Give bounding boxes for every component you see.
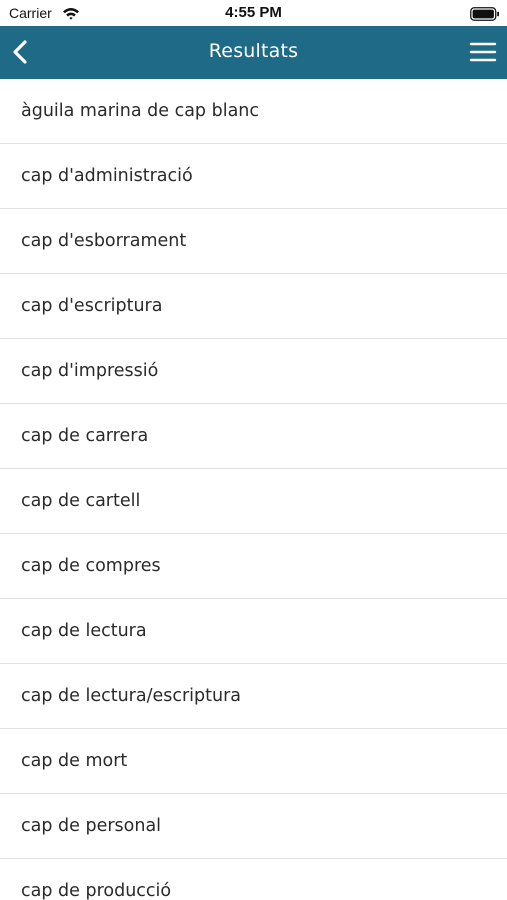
result-item[interactable]: cap de compres	[0, 534, 507, 599]
result-item[interactable]: cap de cartell	[0, 469, 507, 534]
page-title: Resultats	[208, 40, 299, 62]
result-item[interactable]: àguila marina de cap blanc	[0, 79, 507, 144]
result-item[interactable]: cap d'escriptura	[0, 274, 507, 339]
result-item[interactable]: cap de carrera	[0, 404, 507, 469]
result-item[interactable]: cap de lectura/escriptura	[0, 664, 507, 729]
result-item[interactable]: cap d'esborrament	[0, 209, 507, 274]
menu-button[interactable]	[466, 36, 500, 70]
result-item[interactable]: cap de mort	[0, 729, 507, 794]
status-time: 4:55 PM	[225, 4, 282, 21]
status-bar: Carrier 4:55 PM	[0, 0, 507, 26]
result-item[interactable]: cap de personal	[0, 794, 507, 859]
results-list: àguila marina de cap blanc cap d'adminis…	[0, 79, 507, 900]
result-item[interactable]: cap d'administració	[0, 144, 507, 209]
result-item[interactable]: cap de producció	[0, 859, 507, 900]
back-button[interactable]	[6, 35, 40, 69]
nav-bar: Resultats	[0, 26, 507, 79]
hamburger-menu-icon	[469, 42, 497, 62]
chevron-left-icon	[13, 40, 27, 64]
result-item[interactable]: cap d'impressió	[0, 339, 507, 404]
result-item[interactable]: cap de lectura	[0, 599, 507, 664]
battery-icon	[470, 6, 500, 25]
